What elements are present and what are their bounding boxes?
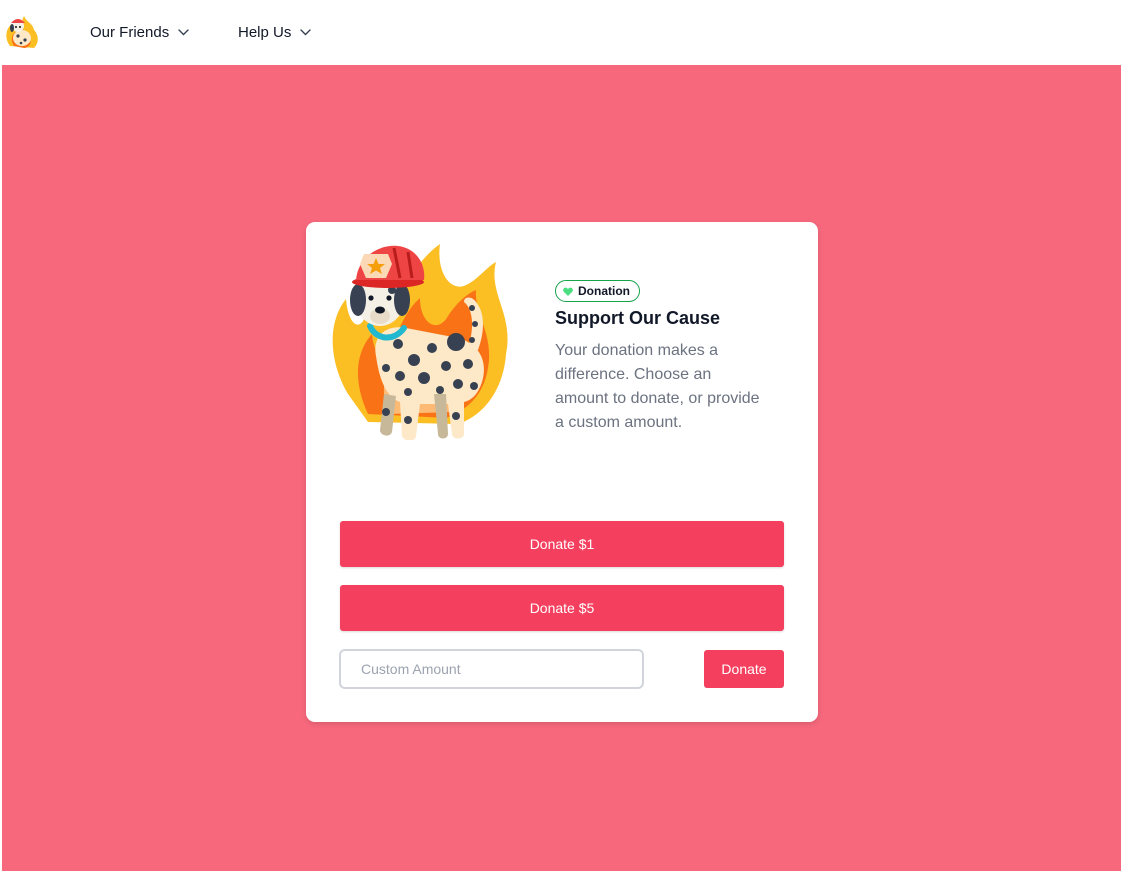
card-description: Your donation makes a difference. Choose… [555,342,760,431]
card-title: Support Our Cause [555,308,721,328]
chevron-down-icon [178,29,189,36]
donation-card: Donation Support Our Cause Your donation… [306,222,818,722]
chevron-down-icon [300,29,312,36]
donation-badge: Donation [555,280,640,302]
dalmatian-firefighter-icon [332,244,508,440]
donate-5-button[interactable]: Donate $5 [340,585,784,631]
main-content: Donation Support Our Cause Your donation… [2,65,1121,871]
nav-help-us-label: Help Us [238,24,292,41]
nav-help-us[interactable]: Help Us [238,0,312,65]
dalmatian-logo-icon[interactable] [2,12,42,52]
nav-our-friends-label: Our Friends [90,24,170,41]
donate-1-button[interactable]: Donate $1 [340,521,784,567]
custom-amount-input[interactable] [339,649,644,689]
donation-badge-label: Donation [578,284,630,298]
donate-custom-button[interactable]: Donate [704,650,784,688]
top-navigation-bar: Our Friends Help Us [0,0,1121,65]
heart-icon [563,287,573,296]
nav-our-friends[interactable]: Our Friends [90,0,189,65]
